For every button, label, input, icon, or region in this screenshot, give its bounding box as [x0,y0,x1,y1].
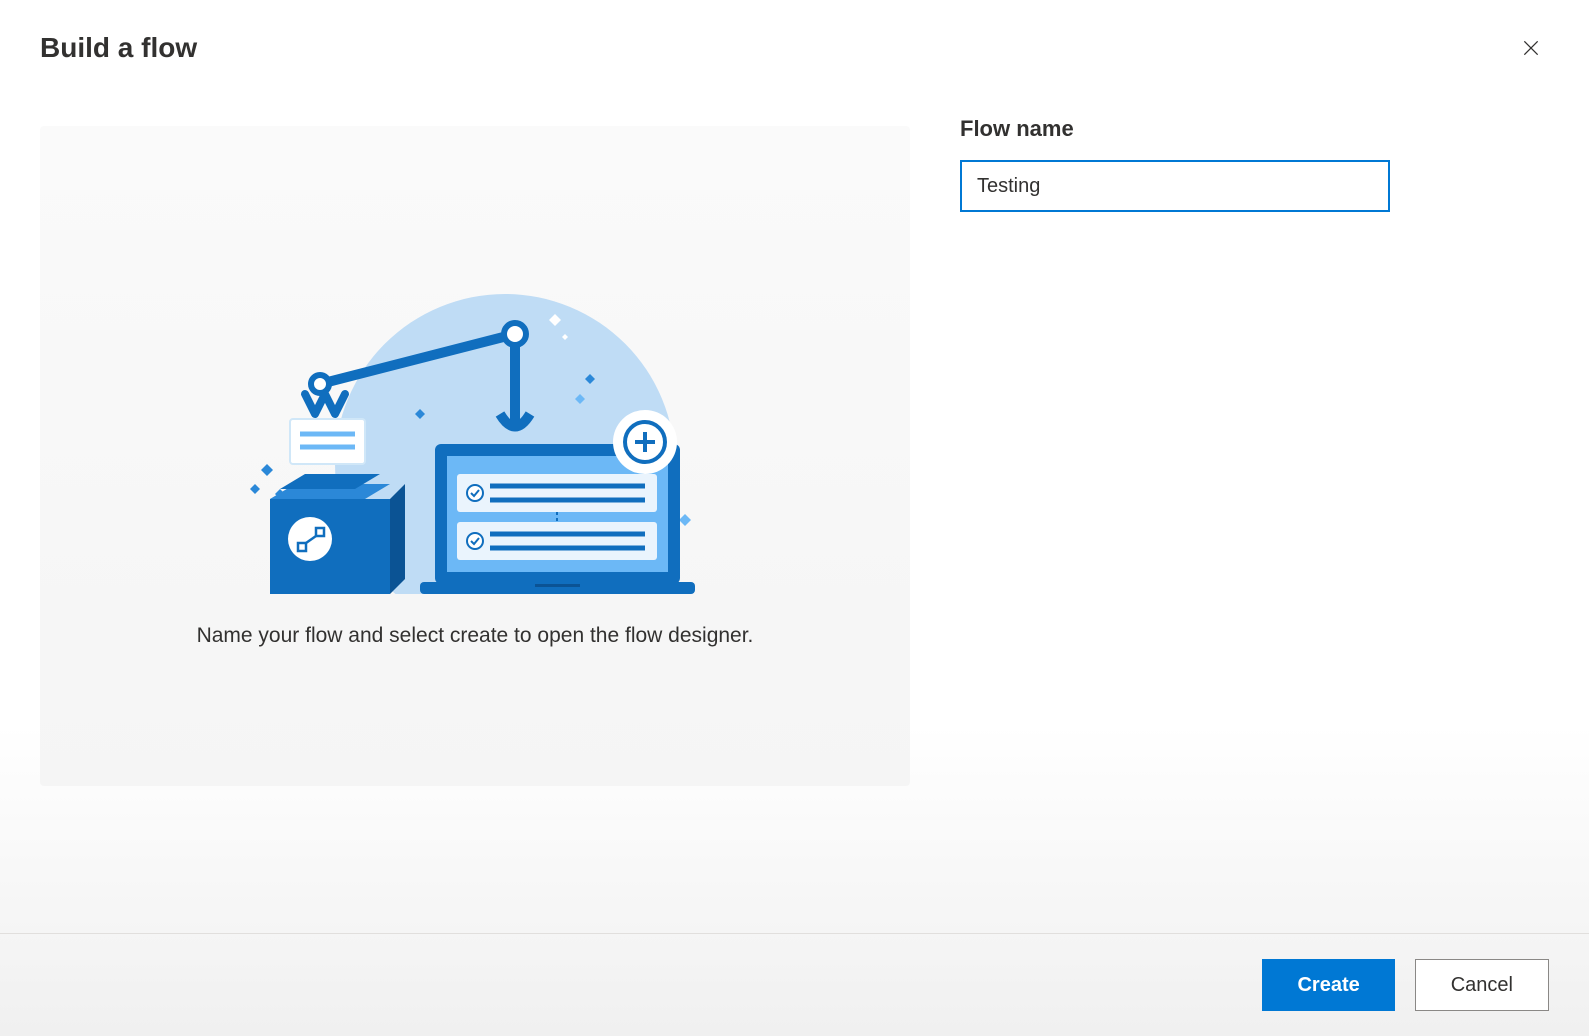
flow-name-input[interactable] [960,160,1390,212]
close-button[interactable] [1513,30,1549,66]
illustration-panel: Name your flow and select create to open… [40,126,910,786]
build-flow-dialog: Build a flow [0,0,1589,1036]
flow-illustration [225,264,725,594]
flow-name-label: Flow name [960,116,1549,142]
form-panel: Flow name [960,86,1549,933]
instruction-text: Name your flow and select create to open… [197,624,754,648]
dialog-title: Build a flow [40,32,197,64]
close-icon [1521,38,1541,58]
create-button[interactable]: Create [1262,959,1394,1011]
cancel-button[interactable]: Cancel [1415,959,1549,1011]
dialog-header: Build a flow [0,0,1589,86]
dialog-footer: Create Cancel [0,933,1589,1036]
dialog-content: Name your flow and select create to open… [0,86,1589,933]
